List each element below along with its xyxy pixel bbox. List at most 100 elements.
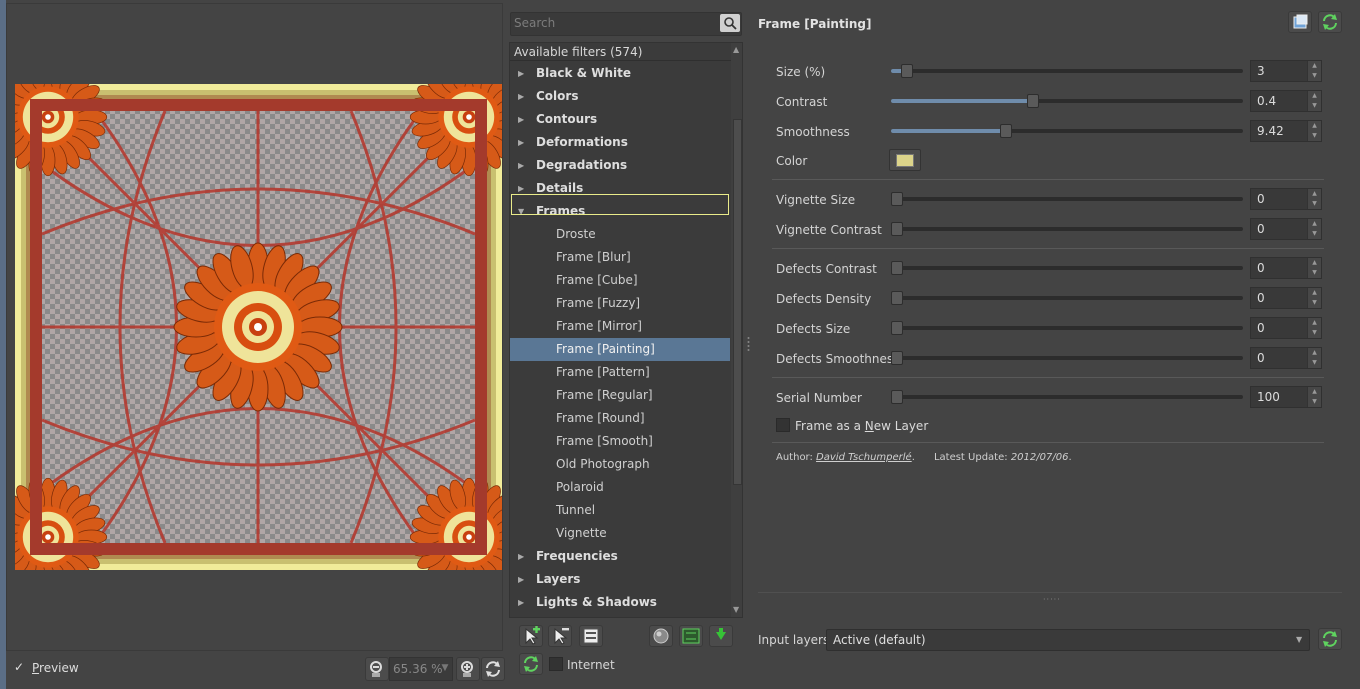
filter-item[interactable]: Frame [Mirror] bbox=[510, 315, 730, 338]
visibility-toggle-button[interactable] bbox=[649, 625, 673, 647]
scroll-up-icon[interactable]: ▲ bbox=[733, 45, 739, 54]
filter-category[interactable]: ▶ Layers bbox=[510, 568, 730, 591]
add-favorite-button[interactable] bbox=[519, 625, 543, 647]
preview-label[interactable]: Preview bbox=[32, 661, 79, 675]
preview-checkbox[interactable]: ✓ bbox=[14, 661, 26, 673]
spin-value[interactable]: 0 bbox=[1257, 351, 1265, 365]
input-layers-select[interactable]: Active (default) bbox=[826, 629, 1310, 651]
filter-item[interactable]: Vignette bbox=[510, 522, 730, 545]
resize-grip-icon[interactable]: ····· bbox=[1043, 595, 1060, 604]
expand-arrow-icon[interactable]: ▶ bbox=[518, 85, 524, 108]
spin-value[interactable]: 100 bbox=[1257, 390, 1280, 404]
search-button[interactable] bbox=[720, 14, 740, 32]
tree-scrollbar[interactable]: ▲ ▼ bbox=[731, 43, 742, 617]
filter-item[interactable]: Old Photograph bbox=[510, 453, 730, 476]
scrollbar-thumb[interactable] bbox=[733, 119, 742, 485]
spin-value[interactable]: 0 bbox=[1257, 291, 1265, 305]
color-swatch[interactable] bbox=[896, 154, 914, 167]
expand-arrow-icon[interactable]: ▶ bbox=[518, 154, 524, 177]
filter-category[interactable]: ▶ Lights & Shadows bbox=[510, 591, 730, 614]
internet-checkbox[interactable] bbox=[549, 657, 563, 671]
serial-number-slider[interactable] bbox=[891, 390, 1243, 404]
spin-value[interactable]: 0 bbox=[1257, 222, 1265, 236]
remove-favorite-button[interactable] bbox=[548, 625, 572, 647]
search-input[interactable]: Search bbox=[514, 16, 714, 30]
refresh-preview-button[interactable] bbox=[481, 657, 505, 681]
expand-arrow-icon[interactable]: ▶ bbox=[518, 131, 524, 154]
update-filters-button[interactable] bbox=[519, 653, 543, 675]
copy-command-button[interactable] bbox=[1288, 11, 1312, 33]
filter-category[interactable]: ▶ Frequencies bbox=[510, 545, 730, 568]
spin-arrows-icon[interactable]: ▲ ▼ bbox=[1307, 288, 1321, 308]
defects-smoothness-spinbox[interactable]: 0 ▲ ▼ bbox=[1250, 347, 1322, 369]
filter-item[interactable]: Frame [Regular] bbox=[510, 384, 730, 407]
contrast-slider[interactable] bbox=[891, 94, 1243, 108]
spin-value[interactable]: 0.4 bbox=[1257, 94, 1276, 108]
reset-parameters-button[interactable] bbox=[1318, 11, 1342, 33]
slider-handle[interactable] bbox=[891, 261, 903, 275]
filter-item-selected[interactable]: Frame [Painting] bbox=[510, 338, 730, 361]
defects-density-spinbox[interactable]: 0 ▲ ▼ bbox=[1250, 287, 1322, 309]
spin-value[interactable]: 0 bbox=[1257, 321, 1265, 335]
slider-handle[interactable] bbox=[891, 351, 903, 365]
spin-arrows-icon[interactable]: ▲ ▼ bbox=[1307, 189, 1321, 209]
size-spinbox[interactable]: 3 ▲ ▼ bbox=[1250, 60, 1322, 82]
spin-arrows-icon[interactable]: ▲ ▼ bbox=[1307, 258, 1321, 278]
defects-contrast-spinbox[interactable]: 0 ▲ ▼ bbox=[1250, 257, 1322, 279]
slider-handle[interactable] bbox=[891, 291, 903, 305]
expand-collapse-button[interactable] bbox=[679, 625, 703, 647]
slider-handle[interactable] bbox=[901, 64, 913, 78]
filter-item[interactable]: Frame [Round] bbox=[510, 407, 730, 430]
defects-density-slider[interactable] bbox=[891, 291, 1243, 305]
defects-size-slider[interactable] bbox=[891, 321, 1243, 335]
panel-splitter[interactable] bbox=[747, 335, 750, 355]
filter-category[interactable]: ▶ Contours bbox=[510, 108, 730, 131]
expand-arrow-icon[interactable]: ▶ bbox=[518, 108, 524, 131]
expand-arrow-icon[interactable]: ▶ bbox=[518, 545, 524, 568]
internet-label[interactable]: Internet bbox=[567, 658, 615, 672]
download-filters-button[interactable] bbox=[709, 625, 733, 647]
size-slider[interactable] bbox=[891, 64, 1243, 78]
spin-arrows-icon[interactable]: ▲ ▼ bbox=[1307, 318, 1321, 338]
new-layer-label[interactable]: Frame as a New Layer bbox=[795, 419, 928, 433]
spin-value[interactable]: 0 bbox=[1257, 261, 1265, 275]
filter-item[interactable]: Frame [Fuzzy] bbox=[510, 292, 730, 315]
apply-refresh-button[interactable] bbox=[1318, 628, 1342, 650]
filter-category[interactable]: ▶ Degradations bbox=[510, 154, 730, 177]
spin-arrows-icon[interactable]: ▲ ▼ bbox=[1307, 387, 1321, 407]
smoothness-slider[interactable] bbox=[891, 124, 1243, 138]
vignette-contrast-spinbox[interactable]: 0 ▲ ▼ bbox=[1250, 218, 1322, 240]
slider-handle[interactable] bbox=[891, 192, 903, 206]
zoom-out-button[interactable] bbox=[365, 657, 389, 681]
defects-size-spinbox[interactable]: 0 ▲ ▼ bbox=[1250, 317, 1322, 339]
expand-arrow-icon[interactable]: ▶ bbox=[518, 591, 524, 614]
new-layer-checkbox[interactable] bbox=[776, 418, 790, 432]
defects-smoothness-slider[interactable] bbox=[891, 351, 1243, 365]
filter-category[interactable]: ▶ Deformations bbox=[510, 131, 730, 154]
vignette-contrast-slider[interactable] bbox=[891, 222, 1243, 236]
serial-number-spinbox[interactable]: 100 ▲ ▼ bbox=[1250, 386, 1322, 408]
spin-value[interactable]: 3 bbox=[1257, 64, 1265, 78]
rename-favorite-button[interactable] bbox=[579, 625, 603, 647]
contrast-spinbox[interactable]: 0.4 ▲ ▼ bbox=[1250, 90, 1322, 112]
spin-value[interactable]: 9.42 bbox=[1257, 124, 1284, 138]
dropdown-arrow-icon[interactable]: ▼ bbox=[1296, 635, 1302, 644]
zoom-dropdown-arrow-icon[interactable]: ▼ bbox=[437, 657, 453, 681]
filter-item[interactable]: Tunnel bbox=[510, 499, 730, 522]
slider-handle[interactable] bbox=[891, 390, 903, 404]
preview-image[interactable] bbox=[15, 84, 502, 570]
filter-item[interactable]: Frame [Smooth] bbox=[510, 430, 730, 453]
spin-value[interactable]: 0 bbox=[1257, 192, 1265, 206]
expand-arrow-icon[interactable]: ▶ bbox=[518, 568, 524, 591]
slider-handle[interactable] bbox=[1000, 124, 1012, 138]
author-link[interactable]: David Tschumperlé bbox=[816, 452, 912, 463]
vignette-size-slider[interactable] bbox=[891, 192, 1243, 206]
filter-item[interactable]: Frame [Blur] bbox=[510, 246, 730, 269]
spin-arrows-icon[interactable]: ▲ ▼ bbox=[1307, 121, 1321, 141]
slider-handle[interactable] bbox=[891, 222, 903, 236]
vignette-size-spinbox[interactable]: 0 ▲ ▼ bbox=[1250, 188, 1322, 210]
spin-arrows-icon[interactable]: ▲ ▼ bbox=[1307, 219, 1321, 239]
spin-arrows-icon[interactable]: ▲ ▼ bbox=[1307, 61, 1321, 81]
filter-item[interactable]: Polaroid bbox=[510, 476, 730, 499]
slider-handle[interactable] bbox=[891, 321, 903, 335]
